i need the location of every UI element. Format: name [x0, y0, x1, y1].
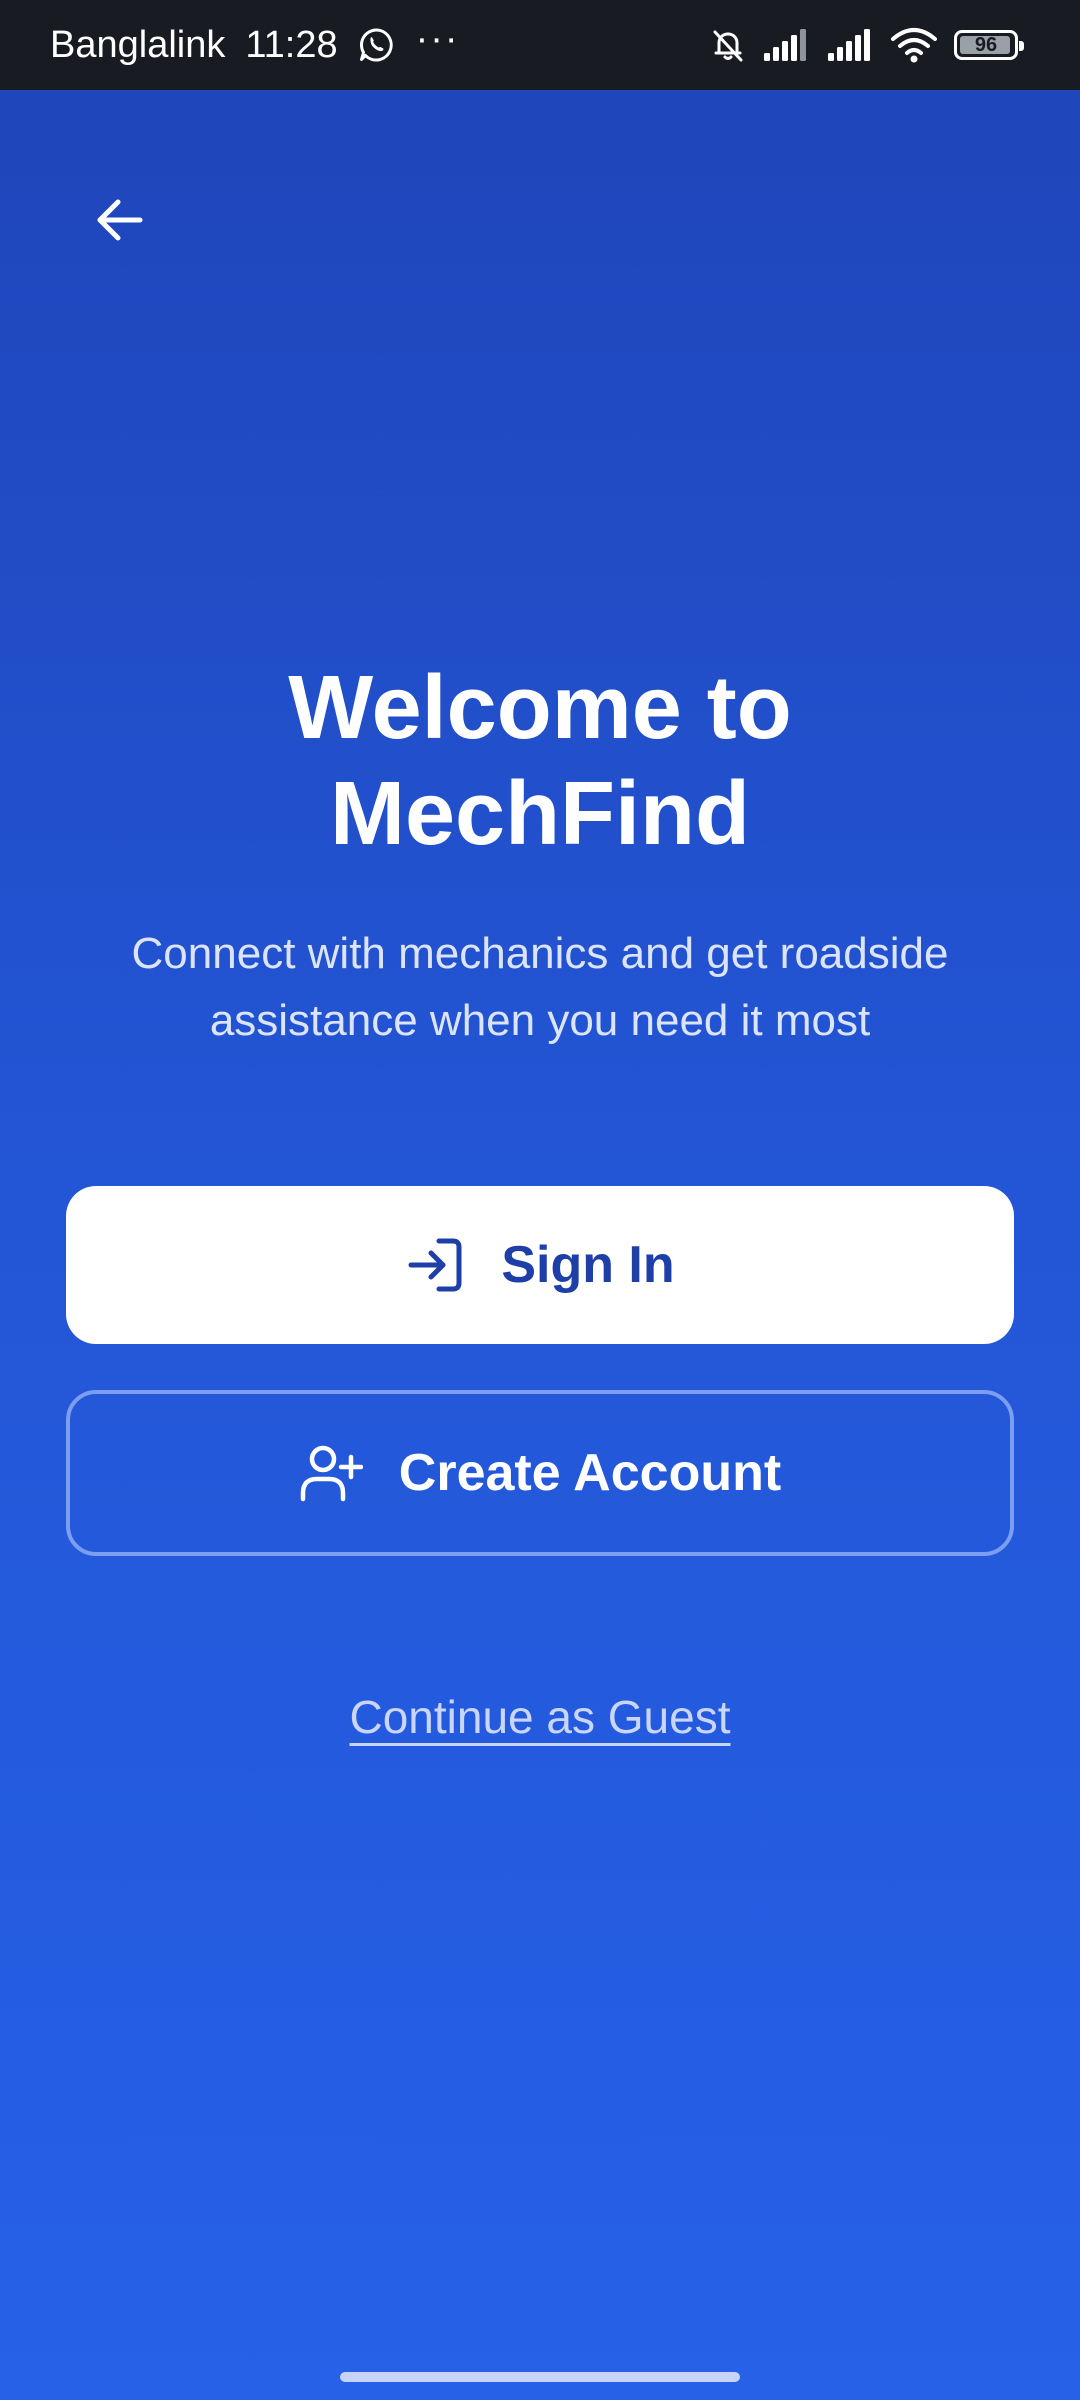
- log-in-icon: [405, 1235, 465, 1295]
- whatsapp-icon: [358, 27, 394, 63]
- status-right: 96: [708, 0, 1024, 90]
- wifi-icon: [890, 26, 938, 64]
- title-line-2: MechFind: [330, 764, 750, 864]
- status-bar: Banglalink 11:28 ··· 96: [0, 0, 1080, 90]
- status-left: Banglalink 11:28 ···: [50, 0, 460, 90]
- signal-icon: [762, 27, 812, 63]
- battery-icon: 96: [954, 30, 1024, 60]
- bell-off-icon: [708, 25, 748, 65]
- home-indicator[interactable]: [340, 2372, 740, 2382]
- continue-as-guest-label: Continue as Guest: [349, 1691, 731, 1743]
- subtitle-line-1: Connect with mechanics and get roadside: [131, 929, 949, 978]
- sign-in-label: Sign In: [501, 1236, 675, 1294]
- battery-level: 96: [974, 33, 998, 56]
- back-button[interactable]: [80, 180, 160, 260]
- page-title: Welcome to MechFind: [0, 655, 1080, 867]
- status-time: 11:28: [245, 23, 338, 66]
- continue-as-guest-link[interactable]: Continue as Guest: [0, 1690, 1080, 1744]
- welcome-screen: Banglalink 11:28 ··· 96 Welcome to MechF…: [0, 0, 1080, 2400]
- create-account-label: Create Account: [398, 1444, 782, 1502]
- page-subtitle: Connect with mechanics and get roadside …: [60, 920, 1020, 1054]
- sign-in-button[interactable]: Sign In: [66, 1186, 1014, 1344]
- subtitle-line-2: assistance when you need it most: [209, 996, 871, 1045]
- carrier-name: Banglalink: [50, 23, 226, 66]
- user-plus-icon: [299, 1443, 363, 1503]
- signal-icon: [826, 27, 876, 63]
- arrow-left-icon: [97, 199, 143, 241]
- title-line-1: Welcome to: [288, 658, 792, 758]
- more-notifications-icon: ···: [415, 18, 460, 60]
- create-account-button[interactable]: Create Account: [66, 1390, 1014, 1556]
